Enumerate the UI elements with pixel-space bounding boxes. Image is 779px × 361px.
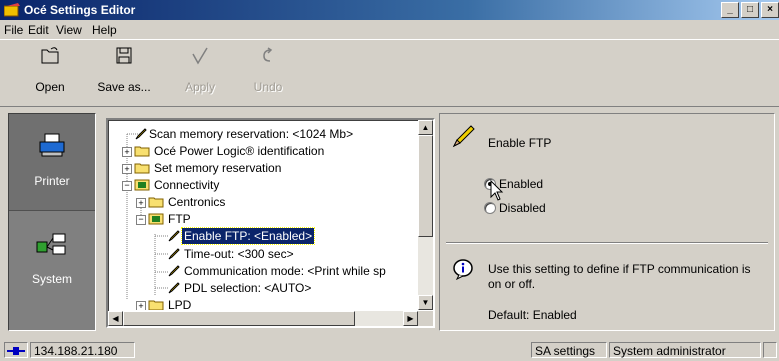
printer-icon xyxy=(39,133,65,157)
radio-dot-disabled[interactable] xyxy=(484,202,496,214)
pencil-icon xyxy=(135,128,147,140)
scroll-corner xyxy=(418,311,433,326)
pencil-icon xyxy=(168,282,180,294)
minimize-button[interactable]: _ xyxy=(721,2,739,18)
collapse-icon[interactable]: − xyxy=(122,181,132,191)
scroll-down-button[interactable]: ▼ xyxy=(418,295,433,310)
nav-printer-label: Printer xyxy=(34,174,70,188)
network-icon xyxy=(36,233,66,255)
open-icon xyxy=(41,47,59,64)
open-label: Open xyxy=(35,80,65,94)
undo-icon xyxy=(263,47,273,62)
expand-icon[interactable]: + xyxy=(122,164,132,174)
folder-icon xyxy=(134,146,150,157)
scroll-right-button[interactable]: ▶ xyxy=(403,311,418,326)
scroll-thumb-horizontal[interactable] xyxy=(123,311,355,326)
status-bar: 134.188.21.180 SA settings System admini… xyxy=(0,339,779,361)
settings-tree[interactable]: Scan memory reservation: <1024 Mb> + Océ… xyxy=(106,118,435,328)
menu-file[interactable]: File xyxy=(4,23,23,37)
nav-system-label: System xyxy=(31,272,72,286)
pencil-icon xyxy=(452,125,475,148)
radio-disabled[interactable]: Disabled xyxy=(484,200,604,216)
undo-button[interactable]: Undo xyxy=(238,46,298,94)
setting-default: Default: Enabled xyxy=(488,308,577,322)
status-user: System administrator xyxy=(609,342,761,358)
pencil-icon xyxy=(168,248,180,260)
info-icon xyxy=(453,259,473,280)
menu-view[interactable]: View xyxy=(56,23,82,37)
status-ip-address: 134.188.21.180 xyxy=(30,342,135,358)
save-as-label: Save as... xyxy=(97,80,151,94)
folder-icon xyxy=(148,197,164,208)
close-button[interactable]: × xyxy=(761,2,779,18)
window-title: Océ Settings Editor xyxy=(24,3,136,17)
checkmark-icon xyxy=(192,47,208,65)
tree-horizontal-scrollbar[interactable]: ◀ ▶ xyxy=(108,311,418,326)
expand-icon[interactable]: + xyxy=(122,147,132,157)
tree-vertical-scrollbar[interactable]: ▲ ▼ xyxy=(418,120,433,310)
panel-divider xyxy=(446,242,768,244)
apply-button[interactable]: Apply xyxy=(170,46,230,94)
network-connection-icon xyxy=(7,347,25,355)
category-nav: Printer System xyxy=(8,113,96,331)
collapse-icon[interactable]: − xyxy=(136,215,146,225)
nav-printer[interactable]: Printer xyxy=(9,114,95,211)
menu-help[interactable]: Help xyxy=(92,23,117,37)
network-folder-icon xyxy=(134,179,150,191)
expand-icon[interactable]: + xyxy=(136,301,146,310)
save-as-button[interactable]: Save as... xyxy=(94,46,154,94)
scroll-thumb[interactable] xyxy=(418,135,433,237)
network-folder-icon xyxy=(148,213,164,225)
floppy-icon xyxy=(116,47,132,64)
open-button[interactable]: Open xyxy=(20,46,80,94)
title-bar: Océ Settings Editor _ □ × xyxy=(0,0,779,20)
status-mode: SA settings xyxy=(531,342,607,358)
menu-bar: File Edit View Help xyxy=(0,21,779,39)
menu-edit[interactable]: Edit xyxy=(28,23,49,37)
setting-title: Enable FTP xyxy=(488,136,552,150)
apply-label: Apply xyxy=(184,80,216,94)
pencil-icon xyxy=(168,230,180,242)
maximize-button[interactable]: □ xyxy=(741,2,759,18)
undo-label: Undo xyxy=(253,80,283,94)
pencil-icon xyxy=(168,265,180,277)
nav-system[interactable]: System xyxy=(9,212,95,308)
folder-icon xyxy=(134,163,150,174)
status-resize-grip[interactable] xyxy=(763,342,777,358)
mouse-cursor-icon xyxy=(490,180,504,201)
radio-enabled-label: Enabled xyxy=(499,177,544,191)
toolbar: Open Save as... Apply Undo xyxy=(0,39,779,107)
folder-icon xyxy=(148,300,164,310)
expand-icon[interactable]: + xyxy=(136,198,146,208)
connection-indicator xyxy=(4,342,28,358)
detail-panel: Enable FTP Enabled Disabled Use this set… xyxy=(439,113,775,331)
setting-description: Use this setting to define if FTP commun… xyxy=(488,262,751,291)
radio-disabled-label: Disabled xyxy=(499,201,546,215)
scroll-left-button[interactable]: ◀ xyxy=(108,311,123,326)
app-icon xyxy=(4,3,20,17)
scroll-up-button[interactable]: ▲ xyxy=(418,120,433,135)
